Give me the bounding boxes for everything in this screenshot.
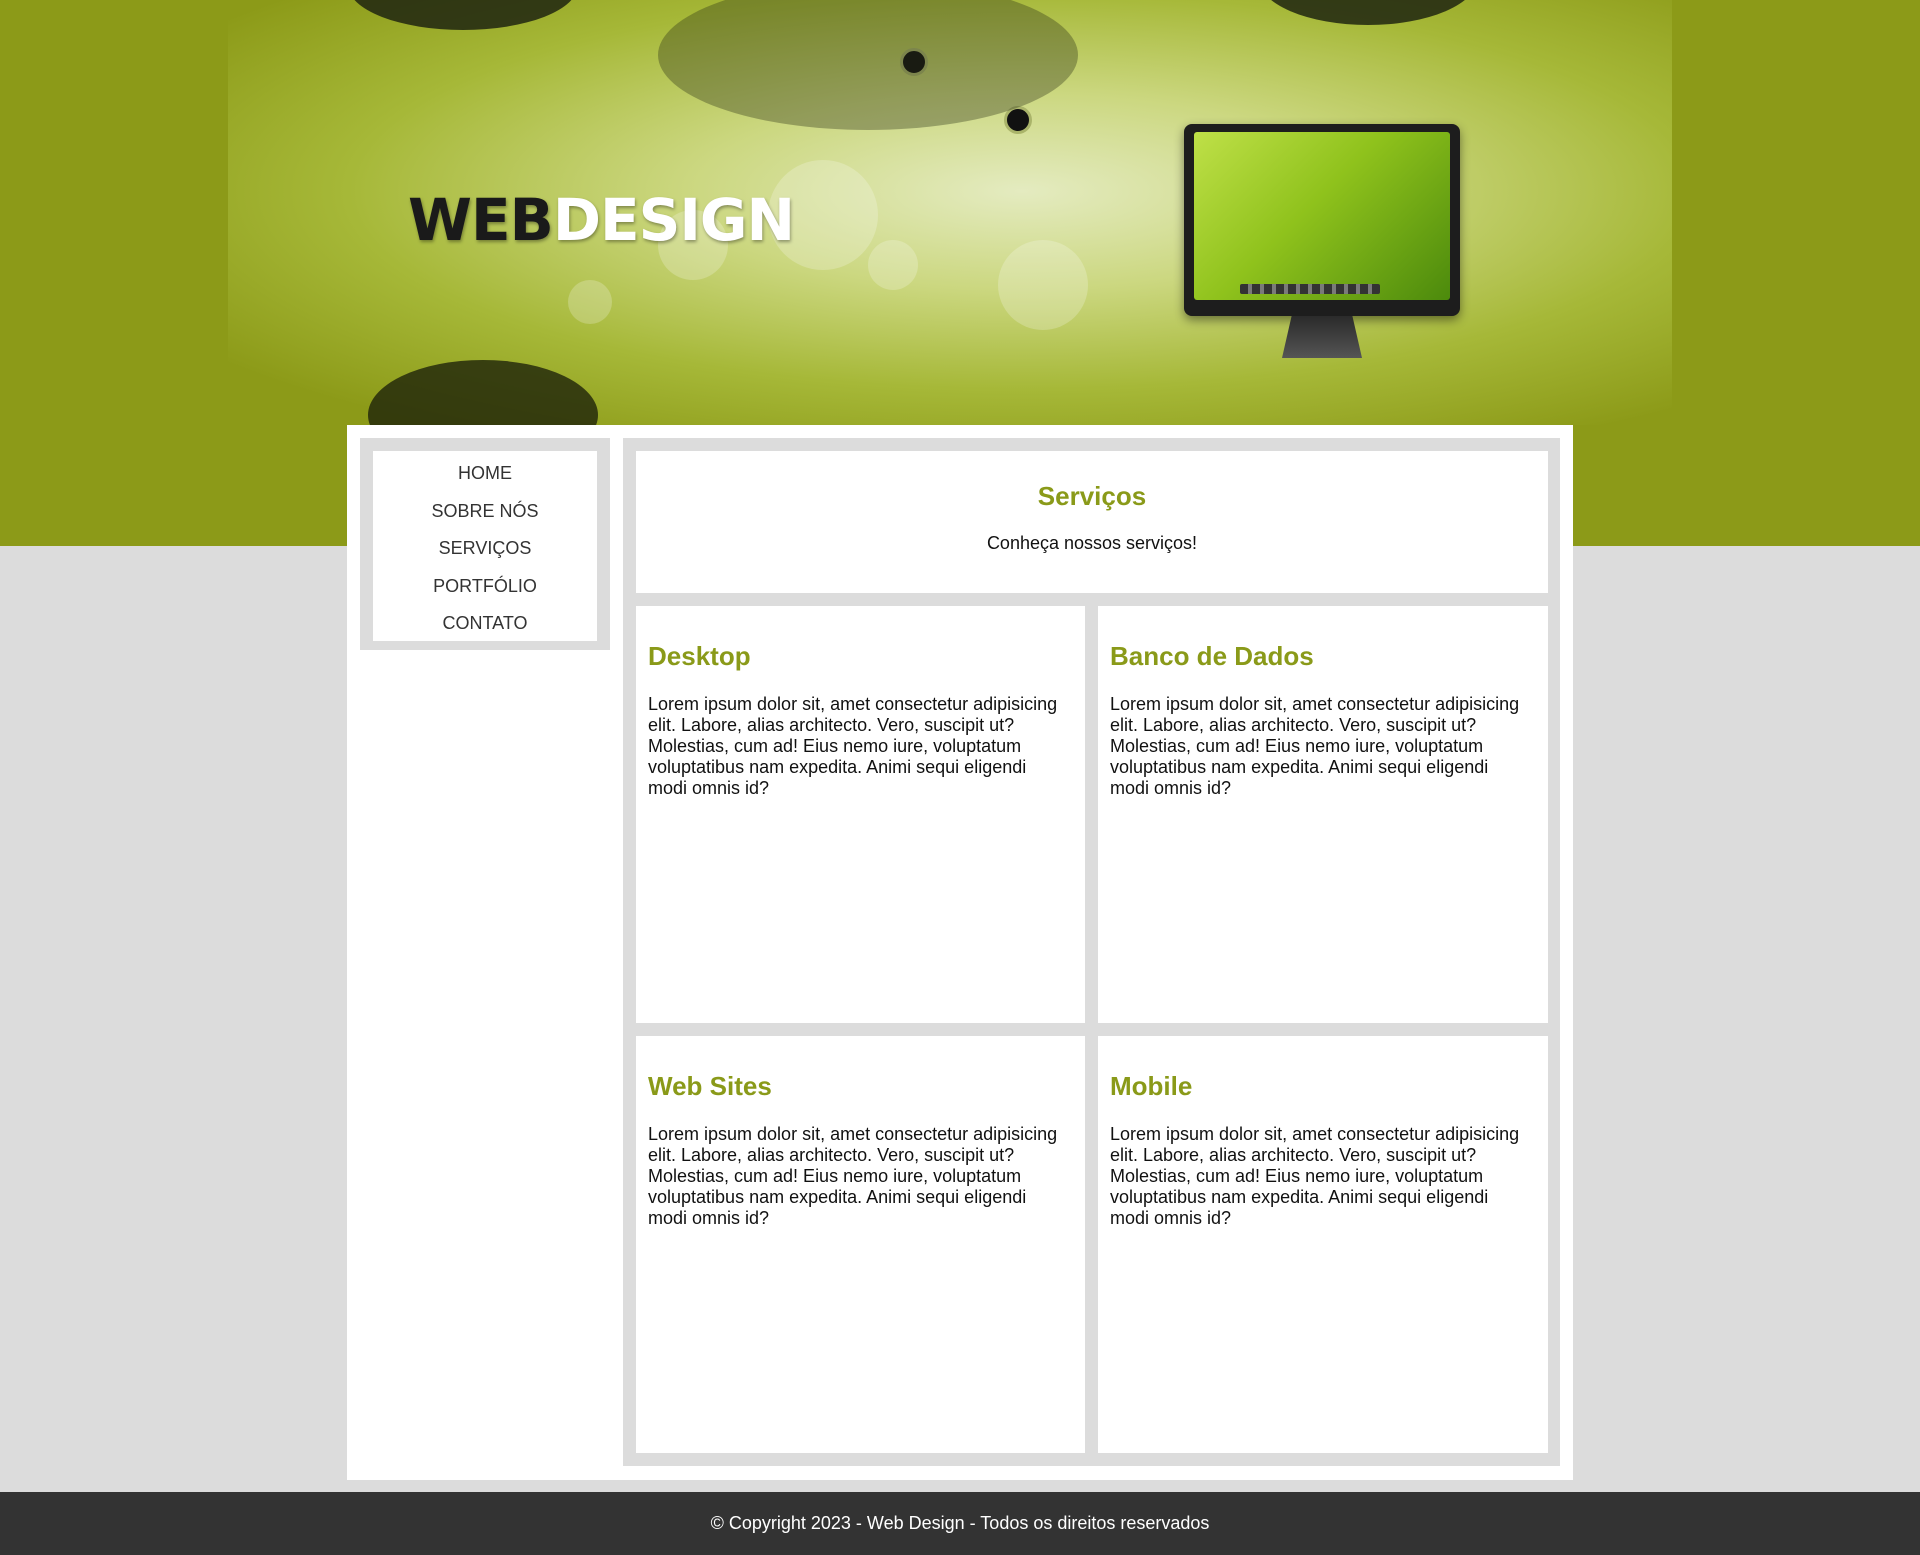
logo-web-text: WEB — [408, 186, 554, 254]
service-card-mobile: Mobile Lorem ipsum dolor sit, amet conse… — [1098, 1036, 1548, 1453]
service-description: Lorem ipsum dolor sit, amet consectetur … — [1110, 694, 1520, 798]
sidebar: HOME SOBRE NÓS SERVIÇOS PORTFÓLIO CONTAT… — [360, 438, 610, 650]
intro-panel: Serviços Conheça nossos serviços! — [636, 451, 1548, 593]
page-subtitle: Conheça nossos serviços! — [986, 533, 1198, 553]
nav-item-sobre-nos[interactable]: SOBRE NÓS — [373, 493, 597, 531]
monitor-dock — [1240, 284, 1380, 294]
service-description: Lorem ipsum dolor sit, amet consectetur … — [648, 694, 1058, 798]
decorative-circle-icon — [1258, 0, 1478, 25]
page-title: Serviços — [1037, 481, 1147, 511]
service-description: Lorem ipsum dolor sit, amet consectetur … — [1110, 1124, 1520, 1228]
footer: © Copyright 2023 - Web Design - Todos os… — [0, 1492, 1920, 1555]
service-title: Mobile — [1110, 1071, 1193, 1101]
main-nav: HOME SOBRE NÓS SERVIÇOS PORTFÓLIO CONTAT… — [373, 451, 597, 641]
service-card-web-sites: Web Sites Lorem ipsum dolor sit, amet co… — [636, 1036, 1085, 1453]
nav-item-home[interactable]: HOME — [373, 455, 597, 493]
service-description: Lorem ipsum dolor sit, amet consectetur … — [648, 1124, 1058, 1228]
service-title: Web Sites — [648, 1071, 772, 1101]
logo-design-text: DESIGN — [552, 186, 795, 254]
service-card-banco-de-dados: Banco de Dados Lorem ipsum dolor sit, am… — [1098, 606, 1548, 1023]
nav-item-servicos[interactable]: SERVIÇOS — [373, 530, 597, 568]
nav-item-contato[interactable]: CONTATO — [373, 605, 597, 643]
service-title: Banco de Dados — [1110, 641, 1314, 671]
monitor-stand — [1282, 316, 1362, 358]
nav-item-portfolio[interactable]: PORTFÓLIO — [373, 568, 597, 606]
site-logo[interactable]: WEBDESIGN — [408, 186, 795, 254]
monitor-screen — [1194, 132, 1450, 300]
floral-swirl-icon — [368, 360, 598, 425]
monitor-illustration-icon — [1184, 124, 1460, 358]
service-card-desktop: Desktop Lorem ipsum dolor sit, amet cons… — [636, 606, 1085, 1023]
decorative-circle-icon — [348, 0, 578, 30]
service-title: Desktop — [648, 641, 751, 671]
footer-copyright: © Copyright 2023 - Web Design - Todos os… — [710, 1513, 1210, 1533]
